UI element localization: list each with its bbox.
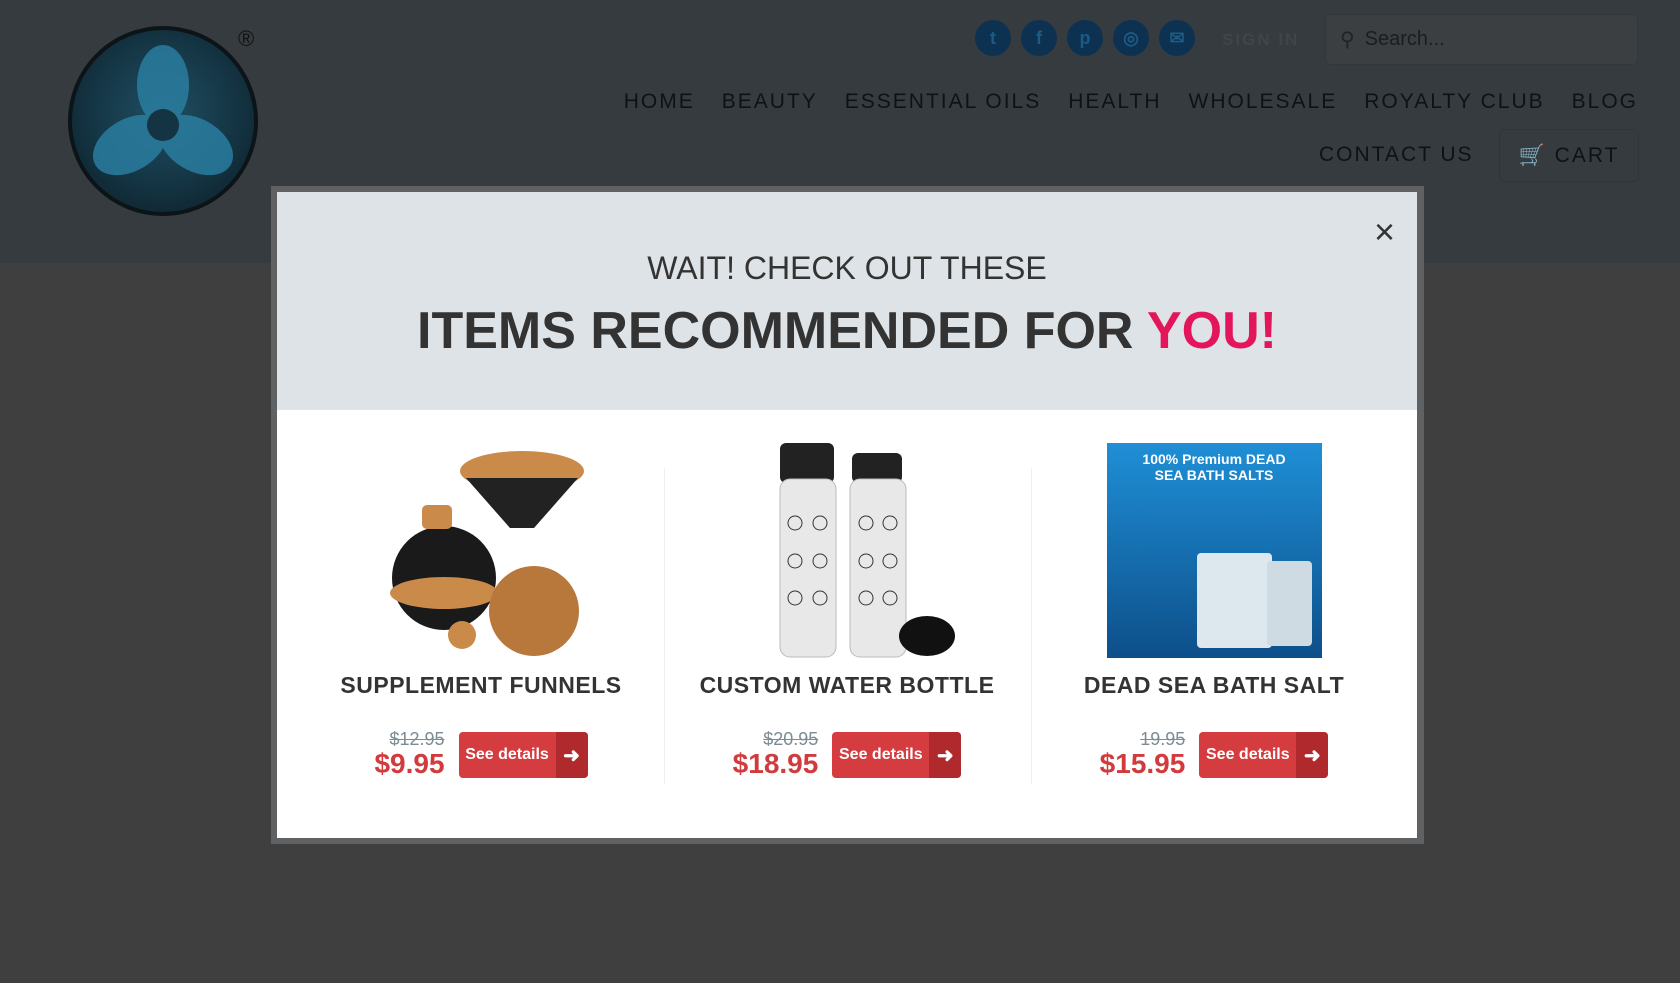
product-list: SUPPLEMENT FUNNELS $12.95 $9.95 See detai… — [277, 410, 1417, 838]
product-name[interactable]: SUPPLEMENT FUNNELS — [301, 672, 661, 699]
modal-subtitle: WAIT! CHECK OUT THESE — [647, 250, 1047, 286]
cart-label: CART — [1554, 143, 1620, 167]
nav-wholesale[interactable]: WHOLESALE — [1189, 90, 1338, 114]
nav-contact-us[interactable]: CONTACT US — [1319, 143, 1474, 166]
facebook-icon[interactable]: f — [1021, 20, 1057, 56]
nav-beauty[interactable]: BEAUTY — [722, 90, 818, 114]
sign-in-link[interactable]: SIGN IN — [1222, 30, 1299, 50]
arrow-right-icon: ➜ — [1296, 732, 1329, 778]
title-accent: YOU! — [1146, 302, 1277, 360]
main-nav: HOME BEAUTY ESSENTIAL OILS HEALTH WHOLES… — [624, 90, 1638, 114]
product-image[interactable]: 100% Premium DEAD SEA BATH SALTS — [1106, 443, 1322, 658]
nav-home[interactable]: HOME — [624, 90, 695, 114]
social-links: t f p ◎ ✉ — [975, 20, 1195, 56]
button-label: See details — [839, 746, 923, 763]
sale-price: $18.95 — [732, 748, 819, 779]
nav-blog[interactable]: BLOG — [1572, 90, 1638, 114]
product-image[interactable] — [374, 443, 589, 658]
original-price: $12.95 — [389, 729, 445, 749]
product-image[interactable] — [740, 443, 955, 658]
pinterest-icon[interactable]: p — [1067, 20, 1103, 56]
search-placeholder: Search... — [1364, 28, 1445, 50]
button-label: See details — [1206, 746, 1290, 763]
original-price: $20.95 — [763, 729, 819, 749]
logo[interactable] — [68, 26, 258, 216]
recommendation-modal: × WAIT! CHECK OUT THESE ITEMS RECOMMENDE… — [277, 192, 1417, 838]
title-main: ITEMS RECOMMENDED FOR — [417, 302, 1147, 360]
product-card: SUPPLEMENT FUNNELS $12.95 $9.95 See detai… — [301, 410, 661, 778]
see-details-button[interactable]: See details ➜ — [1199, 732, 1329, 778]
cart-icon: 🛒 — [1518, 143, 1547, 167]
product-card: CUSTOM WATER BOTTLE $20.95 $18.95 See det… — [667, 410, 1027, 778]
nav-essential-oils[interactable]: ESSENTIAL OILS — [845, 90, 1041, 114]
twitter-icon[interactable]: t — [975, 20, 1011, 56]
product-card: 100% Premium DEAD SEA BATH SALTS DEAD SE… — [1034, 410, 1394, 778]
button-label: See details — [465, 746, 549, 763]
nav-royalty-club[interactable]: ROYALTY CLUB — [1364, 90, 1544, 114]
email-icon[interactable]: ✉ — [1159, 20, 1195, 56]
search-icon: ⚲ — [1340, 29, 1355, 51]
product-name[interactable]: CUSTOM WATER BOTTLE — [667, 672, 1027, 699]
nav-health[interactable]: HEALTH — [1068, 90, 1161, 114]
original-price: 19.95 — [1140, 729, 1186, 749]
sale-price: $9.95 — [374, 748, 445, 779]
product-name[interactable]: DEAD SEA BATH SALT — [1034, 672, 1394, 699]
arrow-right-icon: ➜ — [929, 732, 962, 778]
cart-button[interactable]: 🛒 CART — [1499, 129, 1639, 182]
arrow-right-icon: ➜ — [555, 732, 588, 778]
modal-title: ITEMS RECOMMENDED FOR YOU! — [277, 301, 1417, 361]
divider — [664, 468, 665, 784]
divider — [1031, 468, 1032, 784]
registered-mark: ® — [238, 26, 255, 51]
product-image-text: 100% Premium DEAD SEA BATH SALTS — [1142, 451, 1286, 483]
sale-price: $15.95 — [1099, 748, 1186, 779]
see-details-button[interactable]: See details ➜ — [458, 732, 588, 778]
instagram-icon[interactable]: ◎ — [1113, 20, 1149, 56]
search-input[interactable]: ⚲ Search... — [1325, 14, 1638, 65]
modal-header: × WAIT! CHECK OUT THESE ITEMS RECOMMENDE… — [277, 192, 1417, 410]
see-details-button[interactable]: See details ➜ — [832, 732, 962, 778]
close-icon[interactable]: × — [1374, 214, 1395, 250]
